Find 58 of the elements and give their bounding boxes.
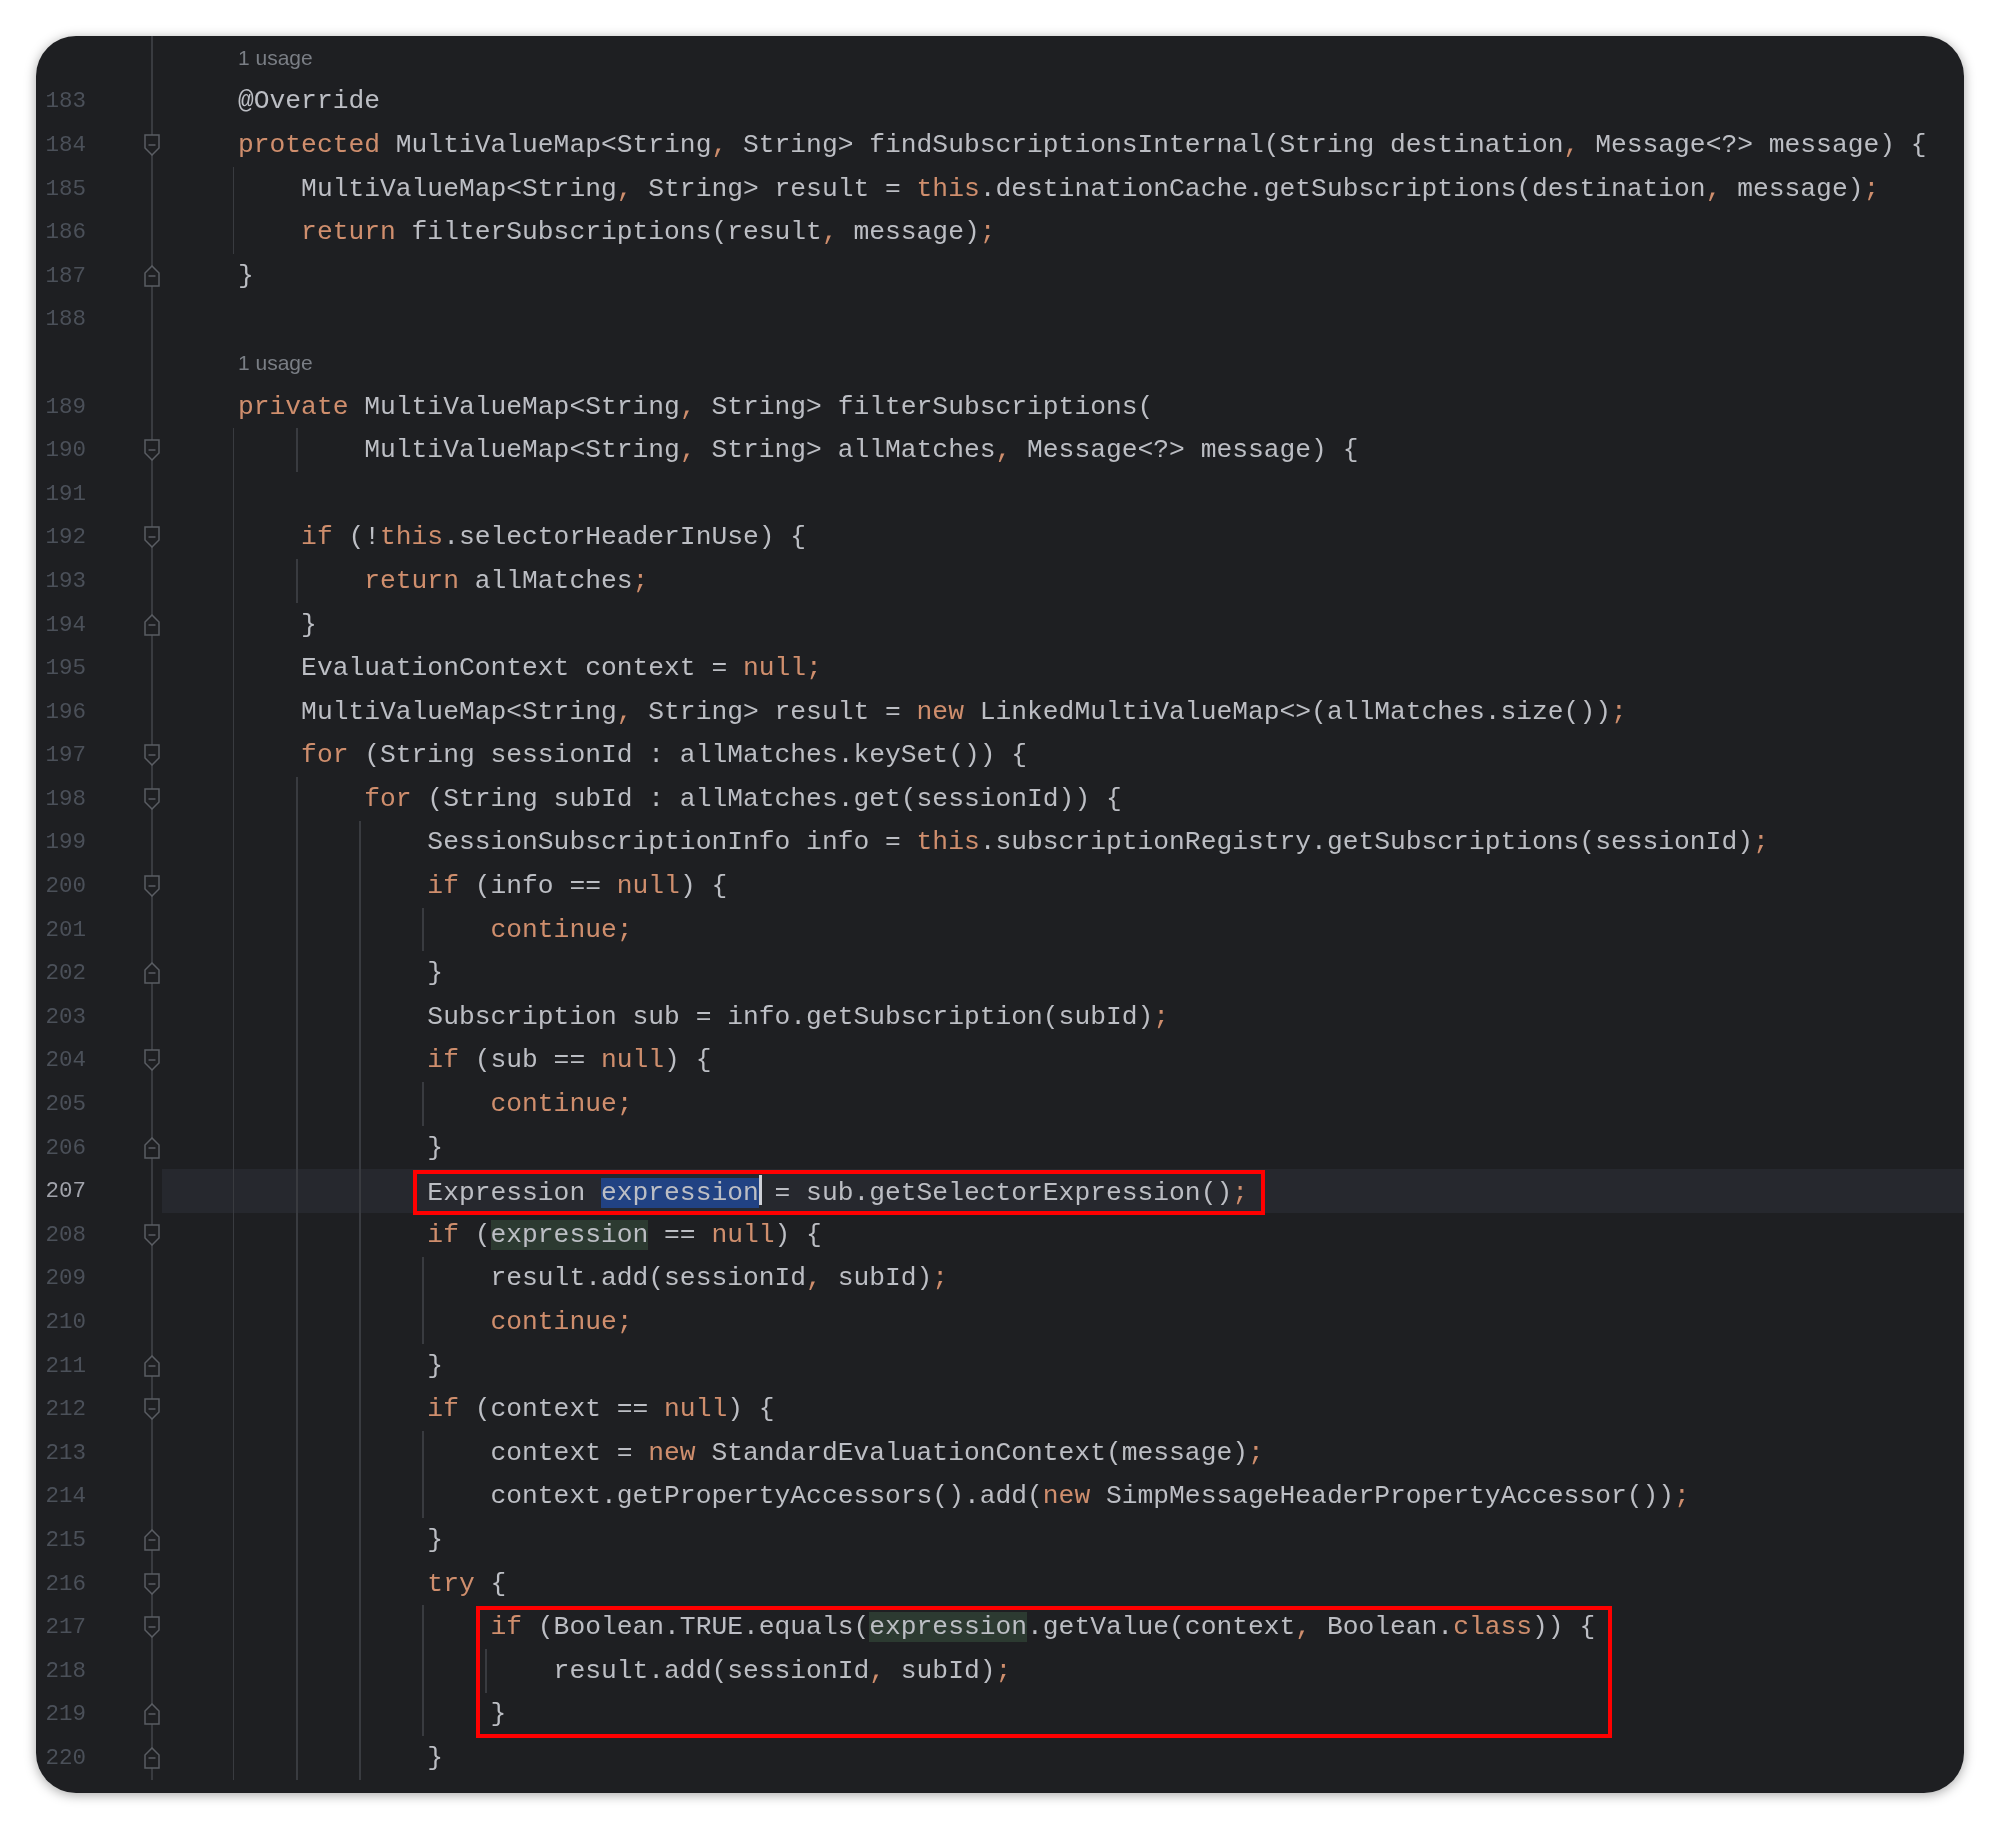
code-line: return filterSubscriptions(result, message); xyxy=(300,217,996,248)
code-line: Subscription sub = info.getSubscription(subId); xyxy=(426,1001,1170,1032)
usage-hint[interactable]: 1 usage xyxy=(238,350,313,375)
code-line: continue; xyxy=(489,1089,633,1120)
code-line: MultiValueMap<String, String> allMatches, Message<?> message) { xyxy=(363,435,1359,466)
usage-hint[interactable]: 1 usage xyxy=(238,45,313,70)
code-line: @Override xyxy=(238,86,381,117)
fold-marker-icon[interactable] xyxy=(144,526,160,549)
code-line: if (context == null) { xyxy=(426,1394,775,1425)
code-line: result.add(sessionId, subId); xyxy=(489,1263,949,1294)
fold-marker-icon[interactable] xyxy=(144,1049,160,1072)
code-line: if (Boolean.TRUE.equals(expression.getValue(context, Boolean.class)) { xyxy=(489,1612,1596,1643)
code-line: protected MultiValueMap<String, String> findSubscriptionsInternal(String destination, Message<?> message) { xyxy=(238,130,1927,160)
fold-marker-icon[interactable] xyxy=(144,1616,160,1639)
fold-marker-icon[interactable] xyxy=(144,1398,160,1421)
fold-marker-icon[interactable] xyxy=(144,1223,160,1246)
code-line: return allMatches; xyxy=(363,565,649,596)
code-line: MultiValueMap<String, String> result = new LinkedMultiValueMap<>(allMatches.size()); xyxy=(300,696,1627,727)
code-line: if (info == null) { xyxy=(426,871,728,902)
code-line: } xyxy=(238,260,254,291)
code-line: context.getPropertyAccessors().add(new SimpMessageHeaderPropertyAccessor()); xyxy=(489,1481,1690,1512)
fold-marker-icon[interactable] xyxy=(144,1136,160,1159)
code-line: EvaluationContext context = null; xyxy=(300,653,822,684)
fold-marker-icon[interactable] xyxy=(144,962,160,985)
code-line: if (expression == null) { xyxy=(426,1219,822,1250)
fold-marker-icon[interactable] xyxy=(144,744,160,767)
code-line: MultiValueMap<String, String> result = this.destinationCache.getSubscriptions(destination, message); xyxy=(300,173,1880,204)
line-number: 207 xyxy=(44,1178,86,1205)
code-line: for (String subId : allMatches.get(sessionId)) { xyxy=(363,783,1122,814)
code-line: continue; xyxy=(489,1307,633,1337)
code-line: private MultiValueMap<String, String> filterSubscriptions( xyxy=(238,391,1154,422)
code-line: try { xyxy=(426,1568,507,1599)
code-line: } xyxy=(489,1699,507,1730)
code-line: } xyxy=(426,958,444,989)
fold-marker-icon[interactable] xyxy=(144,134,160,156)
code-line: context = new StandardEvaluationContext(message); xyxy=(489,1437,1264,1468)
fold-marker-icon[interactable] xyxy=(144,1572,160,1595)
fold-marker-icon[interactable] xyxy=(144,1746,160,1769)
fold-marker-icon[interactable] xyxy=(144,875,160,898)
code-line: result.add(sessionId, subId); xyxy=(552,1655,1012,1686)
fold-marker-icon[interactable] xyxy=(144,439,160,462)
code-line: } xyxy=(426,1350,444,1381)
code-line: } xyxy=(300,609,317,640)
code-line: } xyxy=(426,1525,444,1555)
fold-marker-icon[interactable] xyxy=(144,1354,160,1377)
code-line: if (!this.selectorHeaderInUse) { xyxy=(300,522,807,553)
fold-marker-icon[interactable] xyxy=(144,264,160,287)
fold-marker-icon[interactable] xyxy=(144,613,160,636)
code-line: for (String sessionId : allMatches.keySet()) { xyxy=(300,740,1028,771)
fold-marker-icon[interactable] xyxy=(144,787,160,810)
code-line: Expression expression = sub.getSelectorExpression(); xyxy=(238,1174,1248,1208)
code-line: continue; xyxy=(489,914,633,945)
code-line: if (sub == null) { xyxy=(426,1045,712,1076)
code-line: } xyxy=(426,1742,444,1773)
fold-marker-icon[interactable] xyxy=(144,1703,160,1726)
code-line: } xyxy=(426,1132,444,1163)
fold-marker-icon[interactable] xyxy=(144,1529,160,1551)
code-line: SessionSubscriptionInfo info = this.subscriptionRegistry.getSubscriptions(sessionId); xyxy=(426,827,1769,858)
